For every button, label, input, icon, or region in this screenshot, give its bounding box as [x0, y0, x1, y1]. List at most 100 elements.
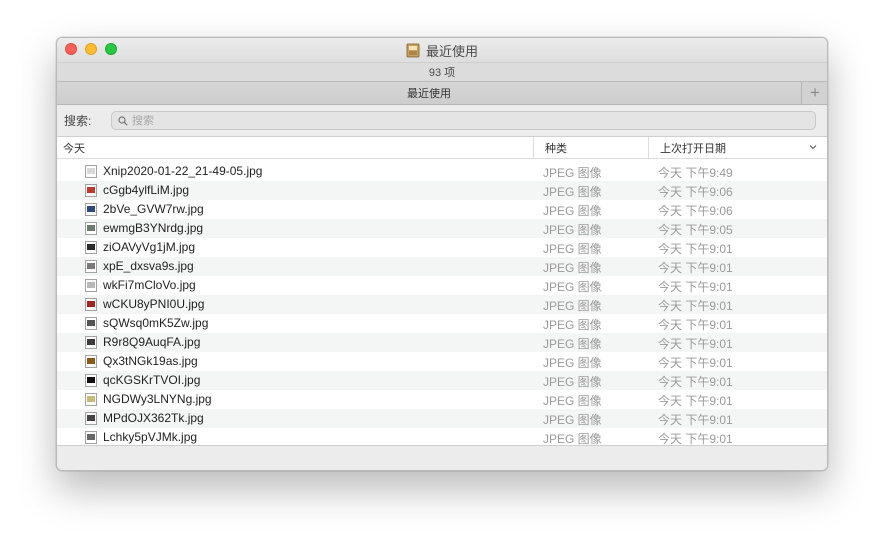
- window-title: 最近使用: [425, 43, 478, 59]
- search-label: 搜索:: [64, 114, 92, 128]
- image-file-icon: [85, 165, 97, 178]
- new-tab-button[interactable]: +: [803, 82, 827, 104]
- file-date: 今天 下午9:06: [658, 185, 733, 199]
- file-name: qcKGSKrTVOI.jpg: [103, 373, 201, 387]
- file-kind: JPEG 图像: [543, 413, 602, 427]
- minimize-button[interactable]: [85, 43, 97, 55]
- file-date: 今天 下午9:01: [658, 242, 733, 256]
- tab-label: 最近使用: [407, 88, 451, 100]
- tab-recents[interactable]: 最近使用: [57, 82, 802, 104]
- file-name: cGgb4ylfLiM.jpg: [103, 183, 190, 197]
- file-kind: JPEG 图像: [543, 204, 602, 218]
- image-file-icon: [85, 431, 97, 444]
- image-file-icon: [85, 393, 97, 406]
- file-name: R9r8Q9AuqFA.jpg: [103, 335, 201, 349]
- sort-chevron-down-icon[interactable]: [809, 143, 817, 151]
- file-kind: JPEG 图像: [543, 166, 602, 180]
- image-file-icon: [85, 279, 97, 292]
- file-row[interactable]: 2bVe_GVW7rw.jpg JPEG 图像 今天 下午9:06: [57, 200, 827, 219]
- image-file-icon: [85, 241, 97, 254]
- file-kind: JPEG 图像: [543, 242, 602, 256]
- image-file-icon: [85, 184, 97, 197]
- file-name: sQWsq0mK5Zw.jpg: [103, 316, 209, 330]
- file-row[interactable]: cGgb4ylfLiM.jpg JPEG 图像 今天 下午9:06: [57, 181, 827, 200]
- close-button[interactable]: [65, 43, 77, 55]
- file-date: 今天 下午9:01: [658, 394, 733, 408]
- image-file-icon: [85, 222, 97, 235]
- finder-window: 最近使用 93 项 最近使用 + 搜索: 今天 种类 上次打开日期: [56, 37, 828, 471]
- image-file-icon: [85, 336, 97, 349]
- recents-folder-icon: [406, 43, 420, 57]
- search-input[interactable]: [132, 114, 760, 127]
- status-footer: [57, 445, 827, 470]
- file-row[interactable]: sQWsq0mK5Zw.jpg JPEG 图像 今天 下午9:01: [57, 314, 827, 333]
- file-name: Xnip2020-01-22_21-49-05.jpg: [103, 164, 263, 178]
- file-date: 今天 下午9:01: [658, 299, 733, 313]
- item-count: 93 项: [428, 67, 456, 79]
- search-bar: 搜索:: [57, 105, 827, 137]
- file-kind: JPEG 图像: [543, 223, 602, 237]
- file-row[interactable]: MPdOJX362Tk.jpg JPEG 图像 今天 下午9:01: [57, 409, 827, 428]
- item-count-bar: 93 项: [57, 62, 827, 82]
- search-field[interactable]: [111, 111, 816, 130]
- file-name: Lchky5pVJMk.jpg: [103, 430, 198, 444]
- column-header: 今天 种类 上次打开日期: [57, 137, 827, 159]
- file-list: Xnip2020-01-22_21-49-05.jpg JPEG 图像 今天 下午9…: [57, 162, 827, 447]
- file-name: NGDWy3LNYNg.jpg: [103, 392, 212, 406]
- plus-icon: +: [810, 83, 820, 102]
- file-name: MPdOJX362Tk.jpg: [103, 411, 204, 425]
- file-kind: JPEG 图像: [543, 299, 602, 313]
- file-kind: JPEG 图像: [543, 318, 602, 332]
- file-name: Qx3tNGk19as.jpg: [103, 354, 198, 368]
- file-row[interactable]: qcKGSKrTVOI.jpg JPEG 图像 今天 下午9:01: [57, 371, 827, 390]
- image-file-icon: [85, 412, 97, 425]
- file-name: ewmgB3YNrdg.jpg: [103, 221, 204, 235]
- column-header-name[interactable]: 今天: [63, 137, 533, 159]
- file-row[interactable]: Xnip2020-01-22_21-49-05.jpg JPEG 图像 今天 下午9…: [57, 162, 827, 181]
- file-name: ziOAVyVg1jM.jpg: [103, 240, 196, 254]
- file-row[interactable]: xpE_dxsva9s.jpg JPEG 图像 今天 下午9:01: [57, 257, 827, 276]
- magnifier-icon: [118, 115, 128, 126]
- file-kind: JPEG 图像: [543, 356, 602, 370]
- file-row[interactable]: ewmgB3YNrdg.jpg JPEG 图像 今天 下午9:05: [57, 219, 827, 238]
- file-date: 今天 下午9:06: [658, 204, 733, 218]
- file-date: 今天 下午9:49: [658, 166, 733, 180]
- file-row[interactable]: Qx3tNGk19as.jpg JPEG 图像 今天 下午9:01: [57, 352, 827, 371]
- image-file-icon: [85, 355, 97, 368]
- image-file-icon: [85, 203, 97, 216]
- file-date: 今天 下午9:05: [658, 223, 733, 237]
- file-kind: JPEG 图像: [543, 261, 602, 275]
- title-bar[interactable]: 最近使用: [57, 38, 827, 62]
- file-kind: JPEG 图像: [543, 337, 602, 351]
- file-date: 今天 下午9:01: [658, 375, 733, 389]
- file-row[interactable]: R9r8Q9AuqFA.jpg JPEG 图像 今天 下午9:01: [57, 333, 827, 352]
- file-kind: JPEG 图像: [543, 280, 602, 294]
- tab-bar: 最近使用 +: [57, 82, 827, 105]
- file-date: 今天 下午9:01: [658, 280, 733, 294]
- image-file-icon: [85, 298, 97, 311]
- file-row[interactable]: wCKU8yPNI0U.jpg JPEG 图像 今天 下午9:01: [57, 295, 827, 314]
- zoom-button[interactable]: [105, 43, 117, 55]
- window-controls: [65, 43, 117, 55]
- file-kind: JPEG 图像: [543, 375, 602, 389]
- file-row[interactable]: wkFi7mCloVo.jpg JPEG 图像 今天 下午9:01: [57, 276, 827, 295]
- file-date: 今天 下午9:01: [658, 337, 733, 351]
- file-name: wCKU8yPNI0U.jpg: [103, 297, 205, 311]
- file-date: 今天 下午9:01: [658, 356, 733, 370]
- file-name: wkFi7mCloVo.jpg: [103, 278, 196, 292]
- image-file-icon: [85, 374, 97, 387]
- file-date: 今天 下午9:01: [658, 318, 733, 332]
- column-header-kind[interactable]: 种类: [533, 137, 648, 159]
- image-file-icon: [85, 317, 97, 330]
- window-title-group: 最近使用: [406, 41, 478, 60]
- file-kind: JPEG 图像: [543, 185, 602, 199]
- file-date: 今天 下午9:01: [658, 413, 733, 427]
- file-name: 2bVe_GVW7rw.jpg: [103, 202, 204, 216]
- image-file-icon: [85, 260, 97, 273]
- file-kind: JPEG 图像: [543, 394, 602, 408]
- file-name: xpE_dxsva9s.jpg: [103, 259, 194, 273]
- column-header-date[interactable]: 上次打开日期: [648, 137, 827, 159]
- file-row[interactable]: NGDWy3LNYNg.jpg JPEG 图像 今天 下午9:01: [57, 390, 827, 409]
- file-row[interactable]: ziOAVyVg1jM.jpg JPEG 图像 今天 下午9:01: [57, 238, 827, 257]
- file-date: 今天 下午9:01: [658, 261, 733, 275]
